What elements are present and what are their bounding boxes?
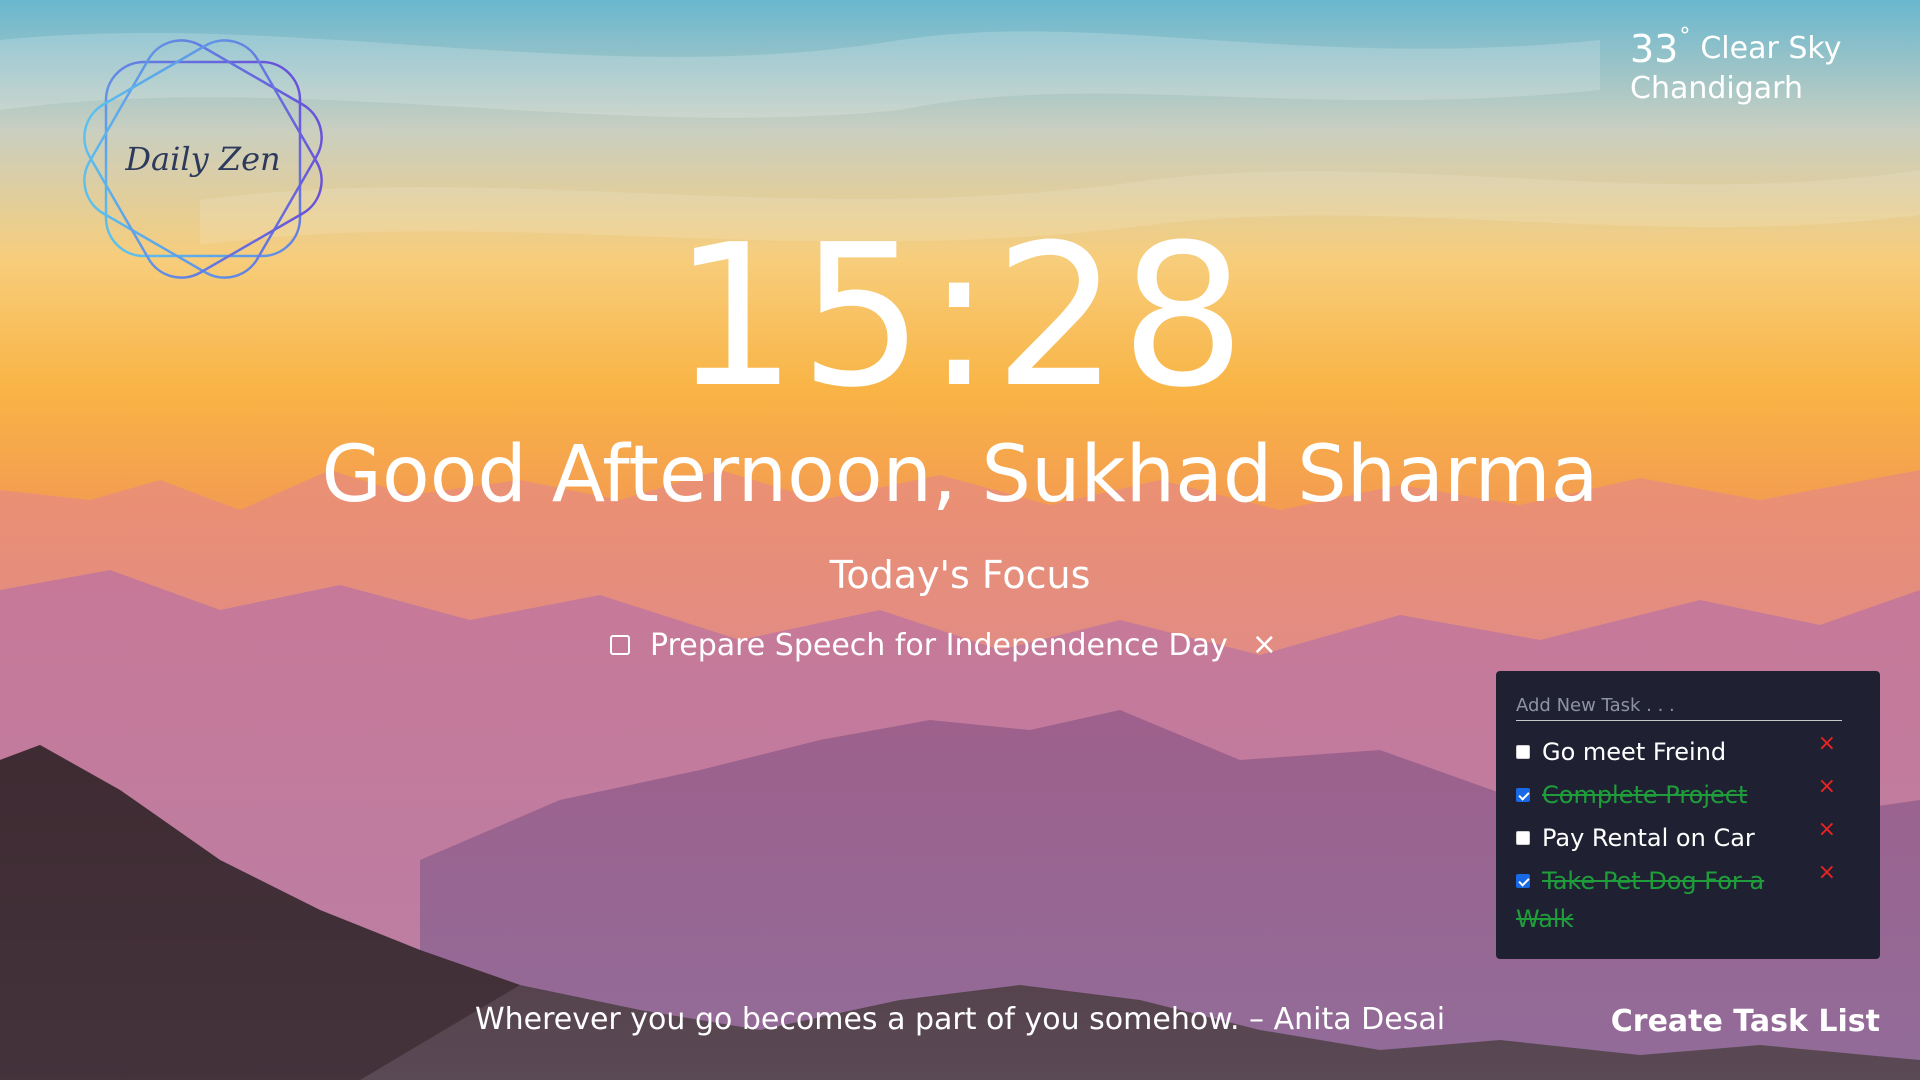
weather-condition: Clear Sky	[1700, 31, 1842, 66]
weather-city: Chandigarh	[1630, 71, 1803, 106]
create-task-list-button[interactable]: Create Task List	[1611, 1000, 1880, 1044]
task-checkbox[interactable]	[1516, 745, 1530, 759]
greeting-text: Good Afternoon, Sukhad Sharma	[321, 430, 1599, 520]
weather-widget: 33 ° Clear Sky Chandigarh	[1630, 26, 1870, 106]
logo-text: Daily Zen	[124, 140, 280, 178]
task-label: Take Pet Dog For a Walk	[1516, 867, 1765, 933]
task-label: Pay Rental on Car	[1542, 824, 1755, 852]
task-checkbox[interactable]	[1516, 788, 1530, 802]
task-item: Complete Project ×	[1516, 774, 1860, 814]
focus-task-row: Prepare Speech for Independence Day ×	[610, 620, 1277, 670]
temperature-value: 33	[1630, 27, 1679, 71]
delete-icon[interactable]: ×	[1818, 858, 1836, 888]
focus-checkbox[interactable]	[610, 635, 630, 655]
task-list-panel: Go meet Freind × Complete Project × Pay …	[1496, 671, 1880, 959]
delete-icon[interactable]: ×	[1818, 772, 1836, 802]
focus-title: Today's Focus	[829, 553, 1091, 597]
close-icon[interactable]: ×	[1252, 630, 1277, 660]
task-label: Go meet Freind	[1542, 738, 1727, 766]
task-label: Complete Project	[1542, 781, 1748, 809]
task-list: Go meet Freind × Complete Project × Pay …	[1516, 731, 1860, 938]
task-item: Pay Rental on Car ×	[1516, 817, 1860, 857]
add-task-input[interactable]	[1516, 691, 1842, 721]
degree-symbol: °	[1679, 24, 1691, 49]
focus-task-text: Prepare Speech for Independence Day	[650, 627, 1228, 663]
delete-icon[interactable]: ×	[1818, 815, 1836, 845]
delete-icon[interactable]: ×	[1818, 729, 1836, 759]
task-checkbox[interactable]	[1516, 831, 1530, 845]
task-checkbox[interactable]	[1516, 874, 1530, 888]
clock-time: 15:28	[672, 203, 1248, 431]
task-item: Take Pet Dog For a Walk ×	[1516, 860, 1860, 938]
task-item: Go meet Freind ×	[1516, 731, 1860, 771]
